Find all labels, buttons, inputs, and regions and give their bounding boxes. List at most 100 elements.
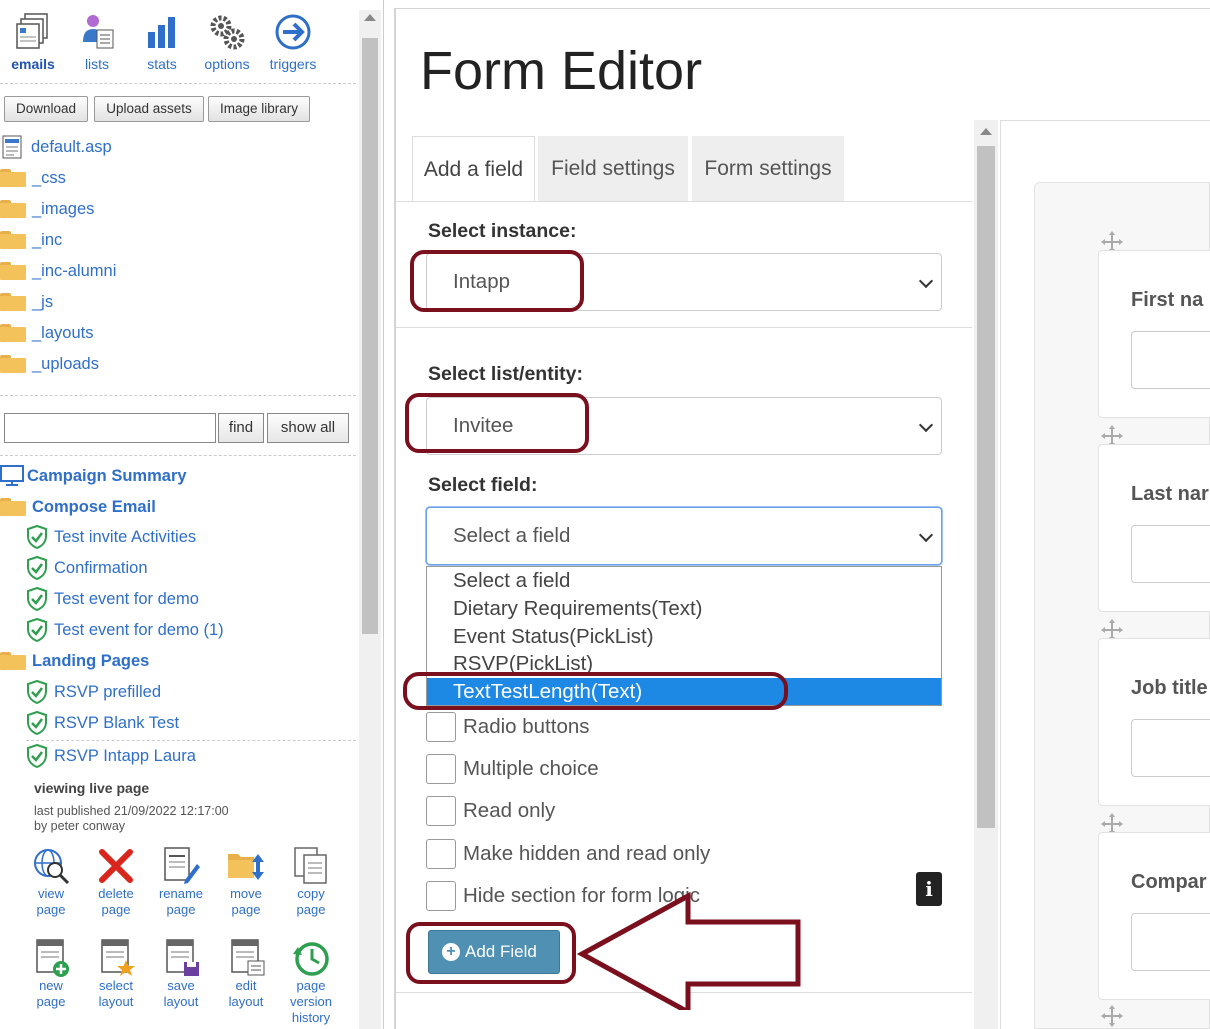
email-item[interactable]: Confirmation: [26, 554, 148, 582]
dropdown-option-selected[interactable]: TextTestLength(Text): [427, 678, 941, 705]
scroll-up-arrow-icon[interactable]: [980, 128, 992, 135]
folder-js[interactable]: _js: [0, 288, 53, 316]
move-page-icon: [228, 854, 264, 880]
dropdown-option[interactable]: Select a field: [427, 567, 941, 594]
action-label: layout: [228, 994, 264, 1009]
campaign-summary-link[interactable]: Campaign Summary: [0, 462, 187, 490]
checkbox[interactable]: [426, 881, 456, 911]
nav-emails[interactable]: emails: [2, 12, 64, 76]
preview-field[interactable]: Last nar: [1098, 444, 1210, 612]
landing-page-item[interactable]: RSVP prefilled: [26, 678, 161, 706]
landing-page-label: RSVP Blank Test: [54, 713, 180, 732]
entity-value: Invitee: [453, 414, 514, 437]
entity-label: Select list/entity:: [428, 363, 583, 385]
scrollbar-thumb[interactable]: [362, 38, 378, 634]
email-item[interactable]: Test event for demo: [26, 585, 199, 613]
tab-add-a-field[interactable]: Add a field: [412, 136, 535, 202]
nav-stats[interactable]: stats: [131, 12, 193, 76]
landing-page-item-current[interactable]: RSVP Intapp Laura: [26, 742, 196, 770]
email-item[interactable]: Test invite Activities: [26, 523, 196, 551]
move-page-action[interactable]: move page: [214, 846, 278, 918]
action-label: page: [36, 994, 66, 1009]
image-library-button[interactable]: Image library: [208, 96, 310, 122]
tab-field-settings[interactable]: Field settings: [538, 136, 688, 202]
preview-field[interactable]: Compar: [1098, 832, 1210, 1000]
folder-css[interactable]: _css: [0, 164, 66, 192]
divider: [0, 395, 356, 396]
tab-form-settings[interactable]: Form settings: [692, 136, 844, 202]
read-only-checkbox[interactable]: Read only: [426, 795, 555, 827]
editor-scrollbar[interactable]: [974, 120, 998, 1029]
stats-icon: [148, 17, 175, 48]
dropdown-option[interactable]: RSVP(PickList): [427, 650, 941, 677]
email-item[interactable]: Test event for demo (1): [26, 616, 224, 644]
dropdown-option[interactable]: Dietary Requirements(Text): [427, 595, 941, 622]
folder-inc-alumni[interactable]: _inc-alumni: [0, 257, 116, 285]
nav-triggers[interactable]: triggers: [262, 12, 324, 76]
view-page-action[interactable]: view page: [19, 846, 83, 918]
scrollbar-thumb[interactable]: [977, 146, 995, 828]
sidebar-scrollbar[interactable]: [359, 10, 381, 1029]
info-icon[interactable]: i: [916, 872, 942, 906]
edit-layout-icon: [231, 939, 265, 976]
nav-options[interactable]: options: [196, 12, 258, 76]
folder-images[interactable]: _images: [0, 195, 94, 223]
upload-assets-button[interactable]: Upload assets: [94, 96, 204, 122]
landing-pages-label: Landing Pages: [32, 651, 150, 670]
field-select[interactable]: Select a field: [426, 507, 942, 565]
radio-buttons-checkbox[interactable]: Radio buttons: [426, 711, 590, 743]
preview-field[interactable]: First na: [1098, 250, 1210, 418]
preview-field[interactable]: Job title: [1098, 638, 1210, 806]
preview-field-input[interactable]: [1131, 331, 1210, 389]
instance-select[interactable]: Intapp: [426, 253, 942, 311]
new-page-action[interactable]: new page: [19, 938, 83, 1010]
folder-label: _inc-alumni: [32, 261, 117, 280]
add-field-button[interactable]: + Add Field: [428, 930, 560, 974]
nav-lists[interactable]: lists: [66, 12, 128, 76]
add-field-label: Add Field: [465, 942, 537, 961]
preview-field-input[interactable]: [1131, 913, 1210, 971]
save-layout-action[interactable]: save layout: [149, 938, 213, 1010]
compose-email-label: Compose Email: [32, 497, 156, 516]
instance-value: Intapp: [453, 270, 510, 293]
copy-page-action[interactable]: copy page: [279, 846, 343, 918]
checkbox[interactable]: [426, 754, 456, 784]
folder-inc[interactable]: _inc: [0, 226, 62, 254]
checkbox-label: Read only: [463, 799, 556, 822]
edit-layout-action[interactable]: edit layout: [214, 938, 278, 1010]
preview-field-input[interactable]: [1131, 525, 1210, 583]
email-item-label: Test event for demo: [54, 589, 199, 608]
multiple-choice-checkbox[interactable]: Multiple choice: [426, 753, 599, 785]
scroll-up-arrow-icon[interactable]: [364, 14, 376, 21]
landing-pages-folder[interactable]: Landing Pages: [0, 647, 149, 675]
field-value: Select a field: [453, 524, 571, 547]
dropdown-option[interactable]: Event Status(PickList): [427, 623, 941, 650]
checkbox[interactable]: [426, 712, 456, 742]
compose-email-folder[interactable]: Compose Email: [0, 493, 156, 521]
folder-label: _layouts: [32, 323, 94, 342]
folder-label: _images: [32, 199, 95, 218]
shield-check-icon: [27, 618, 47, 642]
action-label: select: [99, 978, 133, 993]
folder-uploads[interactable]: _uploads: [0, 350, 99, 378]
checkbox[interactable]: [426, 796, 456, 826]
find-button[interactable]: find: [218, 413, 264, 443]
landing-page-item[interactable]: RSVP Blank Test: [26, 709, 179, 737]
page-version-history-action[interactable]: page version history: [279, 938, 343, 1026]
file-default-asp[interactable]: default.asp: [2, 133, 112, 161]
hidden-read-only-checkbox[interactable]: Make hidden and read only: [426, 838, 710, 870]
checkbox-label: Multiple choice: [463, 757, 599, 780]
show-all-button[interactable]: show all: [267, 413, 349, 443]
select-layout-action[interactable]: select layout: [84, 938, 148, 1010]
search-input[interactable]: [4, 413, 216, 443]
move-handle-icon[interactable]: [1100, 1004, 1124, 1028]
action-label: layout: [163, 994, 199, 1009]
folder-layouts[interactable]: _layouts: [0, 319, 93, 347]
preview-field-input[interactable]: [1131, 719, 1210, 777]
entity-select[interactable]: Invitee: [426, 397, 942, 455]
save-layout-icon: [166, 939, 199, 976]
download-button[interactable]: Download: [4, 96, 88, 122]
checkbox[interactable]: [426, 839, 456, 869]
rename-page-action[interactable]: rename page: [149, 846, 213, 918]
delete-page-action[interactable]: delete page: [84, 846, 148, 918]
